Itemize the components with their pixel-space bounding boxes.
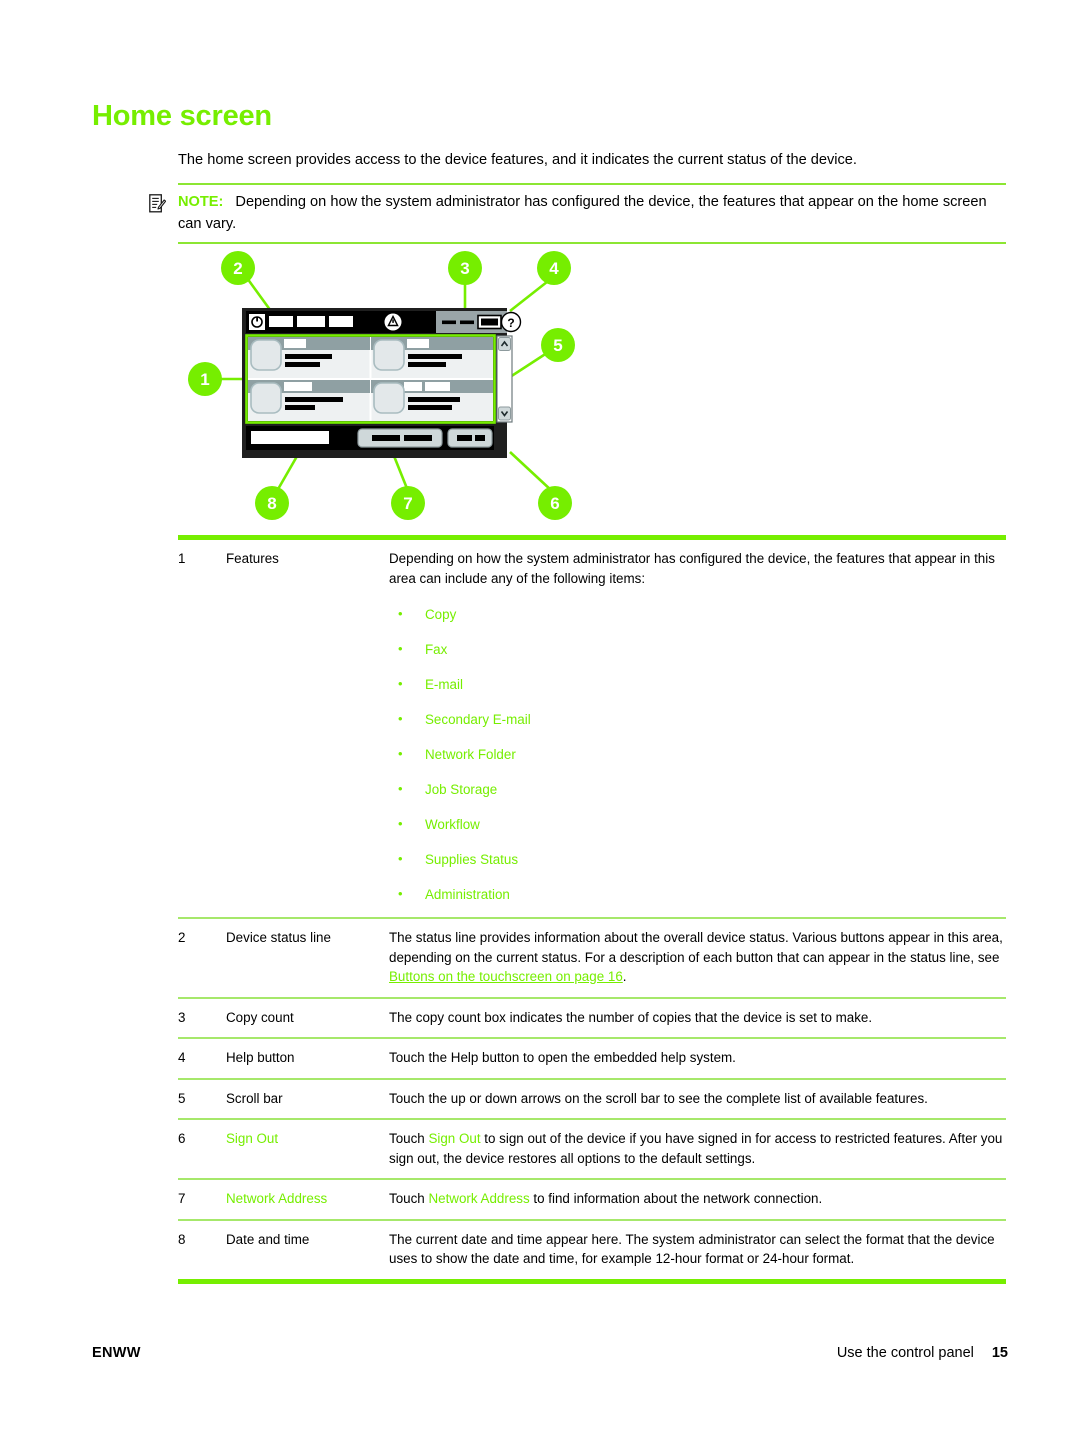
row-term: Date and time <box>226 1231 310 1247</box>
status-text-block <box>329 316 353 327</box>
network-address-button[interactable] <box>357 428 443 448</box>
table-row: 1 Features Depending on how the system a… <box>178 540 1006 919</box>
list-item: Copy <box>389 605 1006 623</box>
svg-text:1: 1 <box>200 370 209 389</box>
svg-text:2: 2 <box>233 259 242 278</box>
list-item: Administration <box>389 885 1006 903</box>
list-item: Supplies Status <box>389 850 1006 868</box>
row-description-post: to find information about the network co… <box>529 1191 823 1206</box>
row-term: Scroll bar <box>226 1090 283 1106</box>
svg-text:8: 8 <box>267 494 276 513</box>
callout-badge-1: 1 <box>188 362 222 396</box>
svg-text:6: 6 <box>550 494 559 513</box>
row-description: The copy count box indicates the number … <box>389 1009 873 1025</box>
row-description-pre: Touch <box>389 1191 429 1206</box>
note-admonition: NOTE: Depending on how the system adminis… <box>148 183 1006 244</box>
note-body: NOTE: Depending on how the system adminis… <box>148 185 1006 242</box>
list-item: Fax <box>389 640 1006 658</box>
document-page: Home screen The home screen provides acc… <box>0 0 1080 1437</box>
row-description: Depending on how the system administrato… <box>389 549 1006 907</box>
row-number: 6 <box>178 1131 186 1146</box>
row-description: The status line provides information abo… <box>389 928 1006 987</box>
callout-badge-6: 6 <box>538 486 572 520</box>
page-number: 15 <box>991 1345 1008 1361</box>
callout-badge-5: 5 <box>541 328 575 362</box>
row-number: 4 <box>178 1050 186 1065</box>
list-item: Secondary E-mail <box>389 710 1006 728</box>
table-row: 5 Scroll bar Touch the up or down arrows… <box>178 1080 1006 1120</box>
callout-badge-4: 4 <box>537 251 571 285</box>
row-term: Sign Out <box>226 1131 279 1146</box>
callout-badge-7: 7 <box>391 486 425 520</box>
page-title: Home screen <box>92 100 272 132</box>
row-description-text: Depending on how the system administrato… <box>389 551 995 586</box>
warning-icon <box>384 313 402 331</box>
svg-text:7: 7 <box>403 494 412 513</box>
sign-out-button[interactable] <box>447 428 493 448</box>
row-description-pre: The status line provides information abo… <box>389 930 1003 965</box>
table-row: 7 Network Address Touch Network Address … <box>178 1180 1006 1221</box>
control-panel-diagram: .cl { stroke:#76EE00; stroke-width:2.6; … <box>188 251 575 520</box>
row-description: Touch the Help button to open the embedd… <box>389 1050 736 1065</box>
note-icon <box>149 194 167 213</box>
svg-text:4: 4 <box>549 259 559 278</box>
help-button[interactable]: ? <box>500 311 522 333</box>
footer-section-label: Use the control panel <box>836 1345 974 1361</box>
note-label: NOTE: <box>178 194 224 210</box>
row-description: Touch Network Address to find informatio… <box>389 1189 1006 1209</box>
list-item: Job Storage <box>389 780 1006 798</box>
note-bottom-rule <box>178 242 1006 244</box>
network-address-reference: Network Address <box>428 1191 530 1206</box>
footer-locale: ENWW <box>92 1345 141 1361</box>
row-number: 1 <box>178 551 186 566</box>
row-description-post: to sign out of the device if you have si… <box>389 1131 1003 1166</box>
row-description-pre: Touch <box>389 1131 429 1146</box>
control-panel-figure: .cl { stroke:#76EE00; stroke-width:2.6; … <box>180 248 600 523</box>
row-term: Help button <box>226 1050 295 1065</box>
row-description: Touch Sign Out to sign out of the device… <box>389 1129 1006 1168</box>
row-description: The current date and time appear here. T… <box>389 1231 995 1267</box>
leader-line-4 <box>509 276 553 313</box>
row-term: Features <box>226 551 279 566</box>
row-number: 7 <box>178 1191 186 1206</box>
leader-line-6 <box>509 451 553 492</box>
feature-list: Copy Fax E-mail Secondary E-mail Network… <box>389 605 1006 903</box>
status-text-block <box>297 316 325 327</box>
table-row: 6 Sign Out Touch Sign Out to sign out of… <box>178 1120 1006 1180</box>
callout-badge-8: 8 <box>255 486 289 520</box>
note-text: Depending on how the system administrato… <box>178 194 987 232</box>
row-term: Network Address <box>226 1191 328 1206</box>
row-number: 3 <box>178 1009 186 1025</box>
intro-paragraph: The home screen provides access to the d… <box>178 152 857 168</box>
status-text-block <box>269 316 293 327</box>
leader-line-5 <box>506 349 551 381</box>
svg-text:?: ? <box>507 316 514 330</box>
callout-reference-table: 1 Features Depending on how the system a… <box>178 535 1006 1284</box>
table-row: 4 Help button Touch the Help button to o… <box>178 1039 1006 1080</box>
date-and-time-field <box>251 431 329 444</box>
list-item: Network Folder <box>389 745 1006 763</box>
row-number: 8 <box>178 1231 186 1247</box>
table-row: 8 Date and time The current date and tim… <box>178 1221 1006 1284</box>
sign-out-reference: Sign Out <box>428 1131 481 1146</box>
scroll-bar[interactable] <box>496 335 513 423</box>
row-number: 5 <box>178 1090 186 1106</box>
callout-badge-2: 2 <box>221 251 255 285</box>
list-item: Workflow <box>389 815 1006 833</box>
row-number: 2 <box>178 930 186 945</box>
callout-badge-3: 3 <box>448 251 482 285</box>
svg-text:3: 3 <box>460 259 469 278</box>
table-row: 2 Device status line The status line pro… <box>178 919 1006 999</box>
row-term: Device status line <box>226 930 331 945</box>
table-row: 3 Copy count The copy count box indicate… <box>178 999 1006 1039</box>
svg-text:5: 5 <box>553 336 562 355</box>
row-description: Touch the up or down arrows on the scrol… <box>389 1090 928 1106</box>
cross-reference-link[interactable]: Buttons on the touchscreen on page 16 <box>389 969 623 984</box>
row-description-post: . <box>622 969 627 984</box>
footer-section: Use the control panel 15 <box>837 1345 1008 1361</box>
list-item: E-mail <box>389 675 1006 693</box>
row-term: Copy count <box>226 1009 294 1025</box>
